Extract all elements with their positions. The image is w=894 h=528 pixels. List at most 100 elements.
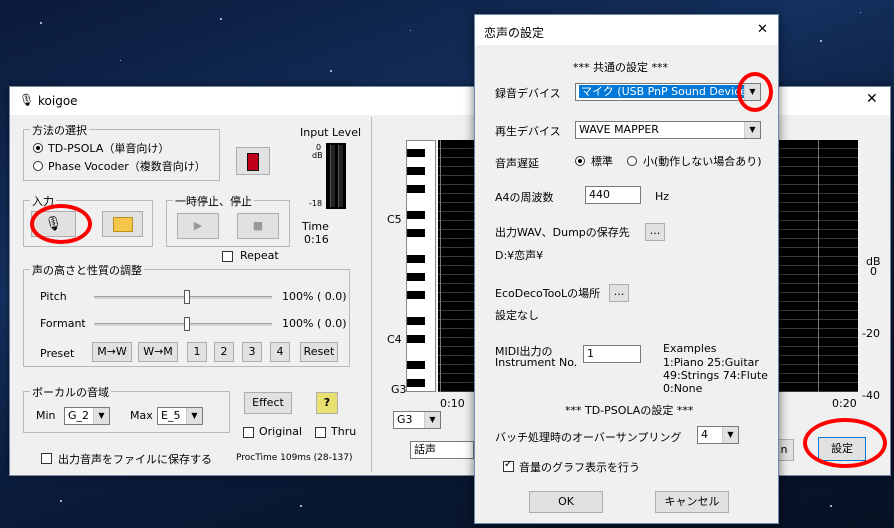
method-psola-radio[interactable]	[33, 143, 43, 153]
close-icon[interactable]: ✕	[757, 22, 768, 37]
latency-standard-radio[interactable]	[575, 156, 585, 166]
latency-label: 音声遅延	[495, 157, 539, 170]
voice-field[interactable]: 話声	[410, 441, 474, 459]
preset-m-to-w-button[interactable]: M→W	[92, 342, 132, 362]
oversampling-value: 4	[701, 428, 708, 441]
db-20: -20	[862, 327, 880, 340]
rec-device-value: マイク (USB PnP Sound Device)	[579, 85, 754, 98]
reset-button[interactable]: Reset	[300, 342, 338, 362]
chevron-down-icon: ▼	[424, 412, 440, 428]
ecodeco-value: 設定なし	[495, 309, 539, 322]
play-device-value: WAVE MAPPER	[579, 123, 659, 136]
thru-label: Thru	[331, 425, 357, 438]
preset-1-button[interactable]: 1	[187, 342, 207, 362]
graph-checkbox[interactable]	[503, 459, 514, 472]
min-label: Min	[36, 409, 56, 422]
proctime-text: ProcTime 109ms (28-137)	[236, 453, 353, 463]
latency-standard-label: 標準	[591, 155, 613, 168]
preset-3-button[interactable]: 3	[242, 342, 262, 362]
save-output-checkbox[interactable]	[41, 453, 52, 464]
pitch-group: 声の高さと性質の調整 Pitch 100% ( 0.0) Formant 100…	[23, 262, 350, 367]
chevron-down-icon: ▼	[744, 122, 760, 138]
stop-button[interactable]: ■	[237, 213, 279, 239]
examples-title: Examples	[663, 342, 717, 355]
a4-value: 440	[589, 188, 610, 201]
help-button[interactable]: ?	[316, 392, 338, 414]
latency-small-label: 小(動作しない場合あり)	[643, 155, 762, 168]
method-psola-label: TD-PSOLA（単音向け）	[48, 142, 170, 155]
formant-value: 100% ( 0.0)	[282, 317, 347, 330]
ecodeco-browse-button[interactable]: ...	[609, 284, 629, 302]
example-3: 0:None	[663, 382, 703, 395]
note-select-value: G3	[397, 413, 413, 426]
voice-field-value: 話声	[414, 443, 436, 456]
piano-keys[interactable]	[406, 140, 436, 392]
max-select[interactable]: E_5 ▼	[157, 407, 203, 425]
play-icon: ▶	[193, 219, 203, 232]
min-select[interactable]: G_2 ▼	[64, 407, 110, 425]
wav-dest-value: D:¥恋声¥	[495, 249, 544, 262]
formant-slider[interactable]	[184, 317, 190, 331]
note-label-c4: C4	[387, 333, 402, 346]
help-icon: ?	[323, 396, 331, 409]
pitch-slider-track	[94, 296, 272, 299]
original-checkbox[interactable]	[243, 427, 254, 438]
folder-icon	[112, 216, 133, 232]
ok-button[interactable]: OK	[529, 491, 603, 513]
midi-label-2: Instrument No.	[495, 356, 578, 369]
time-tick-10: 0:10	[440, 397, 465, 410]
app-icon: 🎙	[19, 93, 35, 107]
note-label-c5: C5	[387, 213, 402, 226]
chevron-down-icon: ▼	[722, 427, 738, 443]
midi-instrument-input[interactable]: 1	[583, 345, 641, 363]
rec-device-annotation-circle	[737, 72, 773, 112]
vocal-range-label: ボーカルの音域	[30, 384, 111, 400]
effect-button[interactable]: Effect	[244, 392, 292, 414]
a4-unit: Hz	[655, 190, 670, 203]
rec-device-select[interactable]: マイク (USB PnP Sound Device) ▼	[575, 83, 761, 101]
time-label: Time	[302, 220, 329, 233]
pause-stop-group-label: 一時停止、停止	[173, 193, 254, 209]
repeat-checkbox[interactable]	[222, 251, 233, 262]
thru-checkbox[interactable]	[315, 427, 326, 438]
min-value: G_2	[68, 409, 90, 422]
piano-panel-border	[371, 117, 372, 472]
close-icon[interactable]: ✕	[866, 91, 878, 107]
psola-header: *** TD-PSOLAの設定 ***	[565, 404, 694, 417]
method-group: 方法の選択 TD-PSOLA（単音向け） Phase Vocoder（複数音向け…	[23, 122, 220, 181]
preset-w-to-m-button[interactable]: W→M	[138, 342, 178, 362]
midi-value: 1	[587, 347, 594, 360]
play-button[interactable]: ▶	[177, 213, 219, 239]
record-device-button[interactable]	[236, 147, 270, 175]
ecodeco-label: EcoDecoTooLの場所	[495, 287, 601, 300]
common-header: *** 共通の設定 ***	[573, 61, 668, 74]
file-input-button[interactable]	[102, 211, 143, 237]
cancel-button[interactable]: キャンセル	[655, 491, 729, 513]
oversampling-select[interactable]: 4 ▼	[697, 426, 739, 444]
preset-2-button[interactable]: 2	[214, 342, 234, 362]
method-vocoder-radio[interactable]	[33, 161, 43, 171]
a4-input[interactable]: 440	[585, 186, 641, 204]
level-18: -18	[309, 199, 323, 208]
play-device-label: 再生デバイス	[495, 125, 561, 138]
chevron-down-icon: ▼	[93, 408, 109, 424]
wav-dest-browse-button[interactable]: ...	[645, 223, 665, 241]
preset-4-button[interactable]: 4	[270, 342, 290, 362]
pitch-slider[interactable]	[184, 290, 190, 304]
a4-label: A4の周波数	[495, 191, 554, 204]
repeat-label: Repeat	[240, 249, 279, 262]
pitch-group-label: 声の高さと性質の調整	[30, 262, 144, 278]
note-select[interactable]: G3 ▼	[393, 411, 441, 429]
play-device-select[interactable]: WAVE MAPPER ▼	[575, 121, 761, 139]
time-value: 0:16	[304, 233, 329, 246]
grid-line-10	[440, 140, 441, 392]
method-group-label: 方法の選択	[30, 122, 89, 138]
vocal-range-group: ボーカルの音域 Min G_2 ▼ Max E_5 ▼	[23, 384, 230, 433]
formant-label: Formant	[40, 317, 86, 330]
wav-dest-label: 出力WAV、Dumpの保存先	[495, 226, 630, 239]
pitch-label: Pitch	[40, 290, 67, 303]
latency-small-radio[interactable]	[627, 156, 637, 166]
max-label: Max	[130, 409, 153, 422]
pitch-value: 100% ( 0.0)	[282, 290, 347, 303]
original-label: Original	[259, 425, 303, 438]
